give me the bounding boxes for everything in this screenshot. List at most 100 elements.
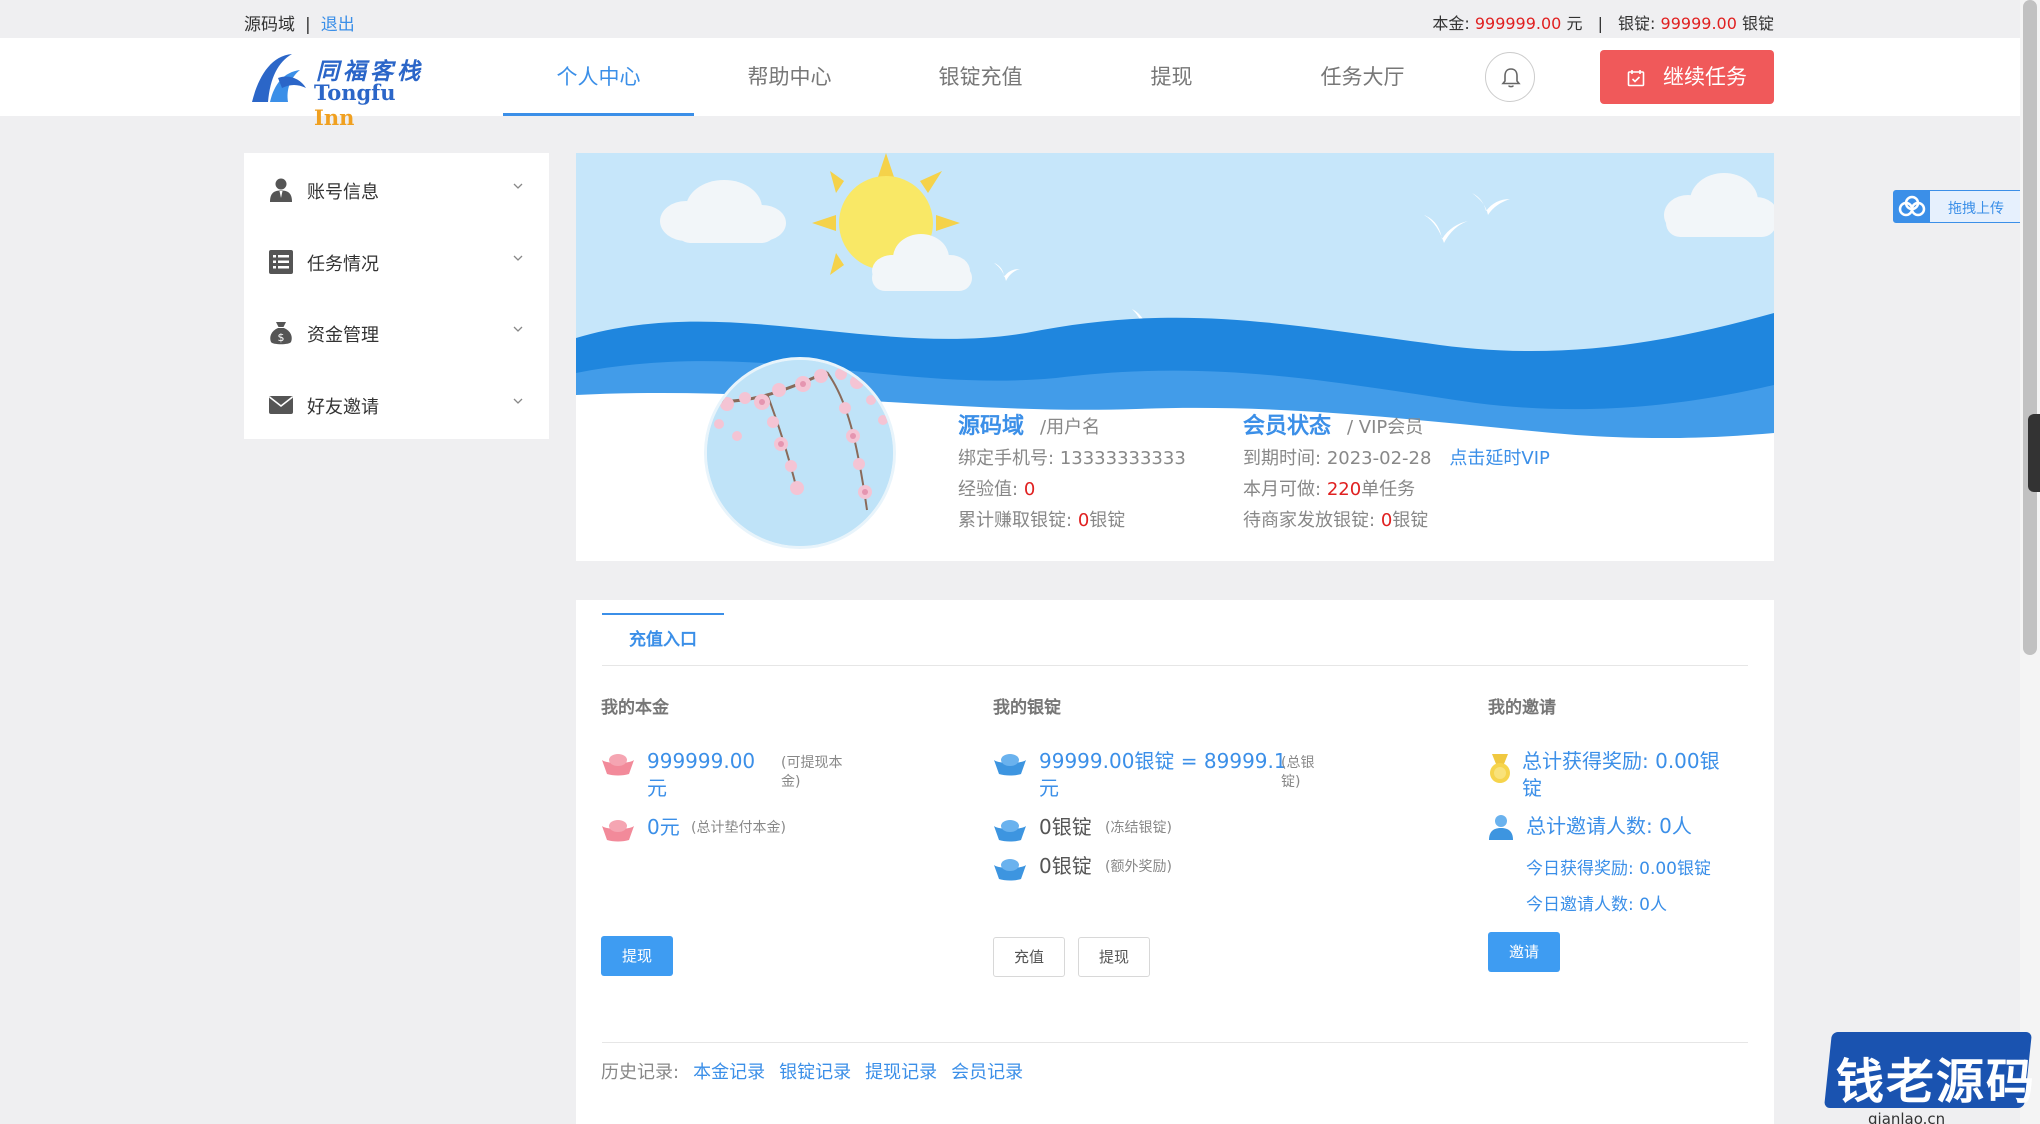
drag-upload-widget[interactable]: 拖拽上传 (1893, 190, 2027, 223)
pending-value: 0 (1380, 510, 1393, 531)
exp-label: 经验值: (958, 479, 1019, 500)
history-principal-link[interactable]: 本金记录 (693, 1062, 765, 1083)
monthly-label: 本月可做: (1243, 479, 1322, 500)
site-logo[interactable]: 同福客栈 Tongfu Inn (248, 48, 438, 130)
chevron-down-icon (513, 183, 523, 189)
pending-unit: 银锭 (1392, 510, 1429, 531)
sidebar: 账号信息 任务情况 $ 资金管理 好友邀请 (244, 153, 549, 439)
invite-total-reward-line1: 总计获得奖励: 0.00银 (1522, 749, 1720, 773)
member-suffix: / VIP会员 (1347, 417, 1424, 438)
profile-card: 源码域/用户名 绑定手机号: 13333333333 经验值: 0 累计赚取银锭… (576, 153, 1774, 561)
person-icon (1489, 815, 1513, 840)
history-member-link[interactable]: 会员记录 (951, 1062, 1023, 1083)
exp-line: 经验值: 0 (958, 474, 1186, 505)
recharge-panel: 充值入口 我的本金 999999.00 元 (可提现本金) 0元 (总计垫付本金)… (576, 600, 1774, 1124)
sidebar-item-label: 账号信息 (307, 182, 379, 203)
scrollbar-thumb[interactable] (2023, 0, 2037, 655)
earned-label: 累计赚取银锭: (958, 510, 1073, 531)
side-drawer-handle[interactable] (2028, 414, 2040, 492)
invite-total-people: 总计邀请人数: 0人 (1526, 814, 1692, 838)
ingot-frozen-row: 0银锭 (冻结银锭) (993, 814, 1293, 844)
ingot-main-value-line2: 元 (1039, 776, 1059, 800)
blue-ingot-icon (994, 820, 1026, 842)
continue-task-button[interactable]: 继续任务 (1600, 50, 1774, 104)
sidebar-item-friend-invite[interactable]: 好友邀请 (244, 368, 549, 440)
notification-button[interactable] (1485, 52, 1535, 102)
main-header: 同福客栈 Tongfu Inn 个人中心 帮助中心 银锭充值 提现 任务大厅 继… (0, 38, 2020, 130)
invite-total-reward-row: 总计获得奖励: 0.00银锭 (1488, 748, 1748, 804)
invite-total-reward: 总计获得奖励: 0.00银锭 (1522, 748, 1754, 802)
user-icon (270, 178, 292, 202)
divider (602, 1042, 1748, 1043)
envelope-icon (269, 395, 293, 414)
history-withdraw-link[interactable]: 提现记录 (865, 1062, 937, 1083)
earned-value: 0 (1077, 510, 1090, 531)
logo-mark-icon (252, 54, 306, 102)
principal-withdraw-button[interactable]: 提现 (601, 936, 673, 976)
nav-withdraw[interactable]: 提现 (1076, 38, 1267, 116)
principal-main-value-line1: 999999.00 (647, 749, 756, 773)
phone-label: 绑定手机号: (958, 448, 1055, 469)
user-info: 源码域/用户名 绑定手机号: 13333333333 经验值: 0 累计赚取银锭… (958, 411, 1186, 536)
principal-unit: 元 (1566, 14, 1583, 33)
principal-value: 999999.00 (1474, 14, 1562, 33)
principal-main-value-line2: 元 (647, 776, 667, 800)
nav-ingot-recharge[interactable]: 银锭充值 (885, 38, 1076, 116)
expire-label: 到期时间: (1243, 448, 1322, 469)
sidebar-item-fund-management[interactable]: $ 资金管理 (244, 296, 549, 368)
member-info: 会员状态 / VIP会员 到期时间: 2023-02-28 点击延时VIP 本月可做… (1243, 411, 1550, 536)
history-label: 历史记录: (601, 1062, 680, 1083)
sidebar-item-account-info[interactable]: 账号信息 (244, 153, 549, 225)
separator: | (305, 15, 311, 35)
nav-help-center[interactable]: 帮助中心 (694, 38, 885, 116)
ingot-recharge-button[interactable]: 充值 (993, 937, 1065, 977)
principal-main-note: (可提现本金) (781, 754, 842, 792)
list-icon (269, 249, 293, 274)
principal-main-value: 999999.00 元 (647, 748, 755, 802)
cherry-blossom-image (707, 360, 893, 546)
cloud-upload-icon (1894, 191, 1930, 222)
ingot-frozen-note: (冻结银锭) (1105, 820, 1172, 836)
avatar[interactable] (704, 357, 896, 549)
ingot-main-value: 99999.00银锭 = 89999.1 元 (1039, 748, 1287, 802)
ingot-withdraw-button[interactable]: 提现 (1078, 937, 1150, 977)
money-bag-icon: $ (270, 322, 292, 345)
invite-button[interactable]: 邀请 (1488, 932, 1560, 972)
nav-task-hall[interactable]: 任务大厅 (1267, 38, 1458, 116)
principal-advance-value: 0元 (647, 815, 680, 839)
history-links: 历史记录: 本金记录 银锭记录 提现记录 会员记录 (601, 1058, 1023, 1084)
history-ingot-link[interactable]: 银锭记录 (779, 1062, 851, 1083)
username-label: 源码域 (244, 15, 295, 35)
sidebar-item-label: 好友邀请 (307, 396, 379, 418)
phone-value: 13333333333 (1059, 448, 1186, 469)
principal-main-note-line1: (可提现本 (781, 755, 843, 771)
logout-link[interactable]: 退出 (321, 15, 355, 35)
ingot-value: 99999.00 (1660, 14, 1737, 33)
principal-main-note-line2: 金) (781, 774, 801, 790)
ingot-main-row: 99999.00银锭 = 89999.1 元 (总银锭) (993, 748, 1373, 804)
ingot-main-note: (总银锭) (1281, 754, 1314, 792)
bell-icon (1501, 68, 1521, 88)
tab-recharge-entry[interactable]: 充值入口 (602, 613, 724, 666)
ingot-title: 我的银锭 (993, 698, 1061, 718)
principal-main-row: 999999.00 元 (可提现本金) (601, 748, 871, 804)
ingot-main-note-line2: 锭) (1281, 774, 1301, 790)
monthly-unit: 单任务 (1361, 479, 1416, 500)
invite-total-reward-line2: 锭 (1522, 776, 1542, 800)
chevron-down-icon (513, 398, 523, 404)
member-title-line: 会员状态 / VIP会员 (1243, 411, 1550, 443)
pending-line: 待商家发放银锭: 0银锭 (1243, 505, 1550, 536)
watermark-url: qianlao.cn (1868, 1110, 1946, 1124)
sidebar-item-task-status[interactable]: 任务情况 (244, 225, 549, 297)
chevron-down-icon (513, 326, 523, 332)
watermark-logo: 钱老源码 qianlao.cn (1818, 1020, 2040, 1124)
divider (602, 665, 1748, 666)
extend-vip-link[interactable]: 点击延时VIP (1449, 448, 1549, 469)
nav-personal-center[interactable]: 个人中心 (503, 38, 694, 116)
ingot-extra-row: 0银锭 (额外奖励) (993, 853, 1293, 883)
ingot-main-note-line1: (总银 (1281, 755, 1315, 771)
principal-advance-note: (总计垫付本金) (691, 820, 786, 836)
principal-title: 我的本金 (601, 698, 669, 718)
pink-ingot-icon (602, 754, 634, 776)
page-scrollbar[interactable] (2020, 0, 2040, 1124)
